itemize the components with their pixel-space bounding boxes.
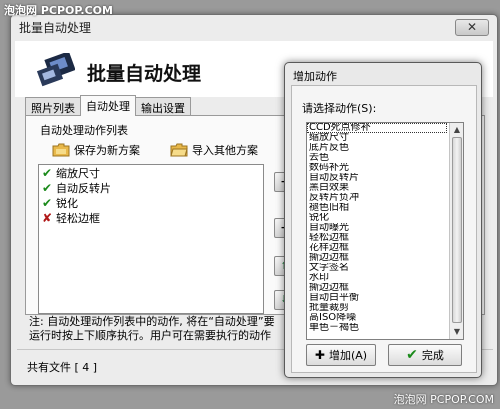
tab-output-settings[interactable]: 输出设置 (135, 97, 191, 115)
open-folder-icon (170, 143, 188, 157)
options-wrap: CCD死点修补 缩放尺寸 底片反色 去色 数码补光 自动反转片 黑白效果 反转片负冲 褪色旧相锐… (307, 123, 463, 333)
list-item[interactable]: ✔ 缩放尺寸 (39, 165, 263, 180)
check-icon: ✔ (406, 347, 418, 363)
option-item[interactable]: 轻松边框 (307, 233, 447, 243)
tab-photo-list[interactable]: 照片列表 (25, 97, 81, 115)
option-item[interactable]: 自动反转片 (307, 173, 447, 183)
scroll-up-icon[interactable]: ▲ (451, 124, 463, 136)
save-plan-button[interactable]: 保存为新方案 (52, 142, 140, 158)
check-icon: ✔ (42, 195, 53, 210)
option-item[interactable]: 黑白效果 (307, 183, 447, 193)
watermark-top: 泡泡网 PCPOP.COM (4, 4, 113, 17)
note-line: 运行时按上下顺序执行。用户可在需要执行的动作 (29, 329, 271, 342)
list-item[interactable]: ✔ 自动反转片 (39, 180, 263, 195)
close-button[interactable]: ✕ (455, 19, 489, 36)
note-line: 注: 自动处理动作列表中的动作, 将在“自动处理”要 (29, 315, 275, 328)
dialog-body: 请选择动作(S): CCD死点修补 缩放尺寸 底片反色 去色 数码补光 自动反转片 黑白效果… (291, 85, 477, 373)
scrollbar[interactable]: ▲ ▼ (449, 123, 463, 339)
option-item[interactable]: 自动曝光 (307, 223, 447, 233)
option-item[interactable]: CCD死点修补 (307, 123, 447, 133)
action-list[interactable]: ✔ 缩放尺寸 ✔ 自动反转片 ✔ 锐化 ✘ 轻松边框 (38, 164, 264, 314)
scroll-down-icon[interactable]: ▼ (451, 326, 463, 338)
cross-icon: ✘ (42, 210, 53, 225)
dialog-title: 增加动作 (293, 70, 337, 83)
add-button[interactable]: ✚ 增加(A) (306, 344, 376, 366)
option-item[interactable]: 水印 (307, 273, 447, 283)
app-logo-icon (36, 53, 75, 87)
action-label: 锐化 (56, 196, 78, 210)
note-text: 注: 自动处理动作列表中的动作, 将在“自动处理”要 运行时按上下顺序执行。用户… (29, 315, 291, 343)
select-action-label: 请选择动作(S): (302, 102, 377, 115)
option-item[interactable]: 去色 (307, 153, 447, 163)
done-button[interactable]: ✔ 完成 (388, 344, 462, 366)
done-button-label: 完成 (421, 349, 444, 362)
action-label: 轻松边框 (56, 211, 100, 225)
option-item[interactable]: 褪色旧相 (307, 203, 447, 213)
option-item[interactable]: 反转片负冲 (307, 193, 447, 203)
window-title: 批量自动处理 (19, 21, 92, 35)
list-item[interactable]: ✔ 锐化 (39, 195, 263, 210)
add-action-dialog: 增加动作 请选择动作(S): CCD死点修补 缩放尺寸 底片反色 去色 数码补光 自动反转… (284, 62, 482, 378)
action-label: 缩放尺寸 (56, 166, 100, 180)
add-button-label: 增加(A) (328, 349, 368, 362)
option-item[interactable]: 撕边边框 (307, 283, 447, 293)
list-item[interactable]: ✘ 轻松边框 (39, 210, 263, 225)
tab-bar: 照片列表 自动处理 输出设置 (25, 95, 191, 116)
file-count: 共有文件 [ 4 ] (27, 361, 98, 374)
check-icon: ✔ (42, 165, 53, 180)
action-option-list[interactable]: CCD死点修补 缩放尺寸 底片反色 去色 数码补光 自动反转片 黑白效果 反转片负冲 褪色旧相锐… (306, 122, 464, 340)
option-item[interactable]: 文字签名 (307, 263, 447, 273)
save-plan-label: 保存为新方案 (74, 144, 140, 157)
option-item[interactable]: 数码补光 (307, 163, 447, 173)
option-item[interactable]: 单色－褐色 (307, 323, 447, 333)
scroll-thumb[interactable] (452, 137, 462, 323)
option-item[interactable]: 批量裁剪 (307, 303, 447, 313)
folder-icon (52, 143, 70, 157)
option-item[interactable]: 撕边边框 (307, 253, 447, 263)
action-list-label: 自动处理动作列表 (40, 124, 128, 137)
action-label: 自动反转片 (56, 181, 111, 195)
page-title: 批量自动处理 (87, 63, 202, 85)
check-icon: ✔ (42, 180, 53, 195)
plus-icon: ✚ (314, 348, 325, 362)
option-item[interactable]: 锐化 (307, 213, 447, 223)
option-item[interactable]: 缩放尺寸 (307, 133, 447, 143)
option-item[interactable]: 底片反色 (307, 143, 447, 153)
tab-auto-process[interactable]: 自动处理 (80, 95, 136, 116)
option-item[interactable]: 高ISO降噪 (307, 313, 447, 323)
import-plan-label: 导入其他方案 (192, 144, 258, 157)
watermark-bottom: 泡泡网 PCPOP.COM (393, 393, 494, 406)
option-item[interactable]: 花样边框 (307, 243, 447, 253)
import-plan-button[interactable]: 导入其他方案 (170, 142, 258, 158)
option-item[interactable]: 自动白平衡 (307, 293, 447, 303)
